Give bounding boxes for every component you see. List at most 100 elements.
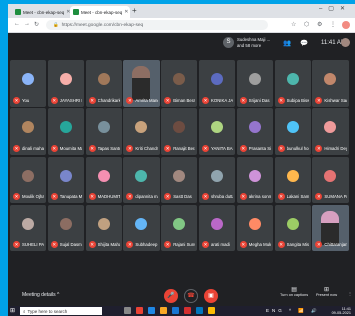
participant-tile[interactable]: ✕ Moulik Ojha <box>10 156 47 204</box>
participant-name: dipannita ma... <box>135 194 158 200</box>
hang-up-button[interactable]: ☎ <box>184 289 198 303</box>
participant-tile[interactable]: ✕Rajani Sunwal <box>161 204 198 252</box>
participant-tile[interactable]: ✕ Sastt Das <box>161 156 198 204</box>
menu-icon[interactable]: ⋮ <box>330 21 336 28</box>
participant-name: Chandrikarke... <box>97 97 120 103</box>
participant-avatar <box>97 169 110 182</box>
participant-tile[interactable]: ✕dinali mahapat... <box>10 108 47 155</box>
participant-tile[interactable]: ✕MADHUMITA ... <box>85 156 122 204</box>
participant-tile[interactable]: ✕Kishwar Sadak <box>312 60 349 107</box>
participant-tile[interactable]: ✕Prasanta Sing <box>236 108 273 155</box>
task-view-icon[interactable] <box>124 307 131 314</box>
participant-tile[interactable]: ✕ akrina sonm <box>236 156 273 204</box>
participant-tile[interactable]: ✕Amrita Mandal <box>123 60 160 107</box>
window-controls[interactable]: –▢✕ <box>319 5 351 12</box>
file-explorer-icon[interactable] <box>160 307 167 314</box>
lock-icon: 🔒 <box>53 22 59 27</box>
participant-name: Rajani Sunwal <box>173 242 195 248</box>
windows-start-icon[interactable]: ⊞ <box>10 307 15 314</box>
participant-tile[interactable]: ✕SUMANA PAL <box>312 156 349 204</box>
participant-name: Subhadeep Pr... <box>135 242 158 248</box>
tray-clock[interactable]: 11:41 09-05-2021 <box>332 307 351 315</box>
participant-name: Lakani Samanta <box>286 194 309 200</box>
participant-name: Tapas Santra <box>97 145 120 151</box>
mic-off-icon: ✕ <box>126 96 134 104</box>
star-icon[interactable]: ☆ <box>291 21 296 28</box>
participant-avatar <box>22 73 35 85</box>
participant-tile[interactable]: ✕Kriti Chandra <box>123 108 160 155</box>
participant-tile[interactable]: ✕ Ranajit Bera <box>161 108 198 155</box>
participant-tile[interactable]: ✕Lakani Samanta <box>274 156 311 204</box>
mic-off-icon: ✕ <box>164 96 172 104</box>
participant-tile[interactable]: ✕ Biman Bera <box>161 60 198 107</box>
mic-off-icon: ✕ <box>202 241 209 249</box>
participant-tile[interactable]: ✕JAYASHRI ROY <box>47 60 84 107</box>
participant-tile[interactable]: ✕Chittaranjan... <box>312 204 349 252</box>
participant-tile[interactable]: ✕YANITA BANE... <box>199 108 236 155</box>
participant-name: bunulkul hora... <box>286 145 309 151</box>
chrome-icon[interactable] <box>208 307 215 314</box>
taskbar-search[interactable]: ⌕ Type here to search <box>20 307 102 315</box>
participant-tile[interactable]: ✕Chandrikarke... <box>85 60 122 107</box>
participant-name: Prasanta Sing <box>248 145 271 151</box>
mic-off-icon: ✕ <box>164 193 172 201</box>
participant-tile[interactable]: ✕Moumita Maji <box>47 108 84 155</box>
participant-tile[interactable]: ✕ Srijani Das <box>236 60 273 107</box>
edge-icon[interactable] <box>148 307 155 314</box>
present-button[interactable]: ⊞ Present now <box>316 287 337 298</box>
participant-tile[interactable]: ✕Tapas Santra <box>85 108 122 155</box>
meeting-details-button[interactable]: Meeting details ^ <box>22 292 59 298</box>
captions-button[interactable]: ▤ Turn on captions <box>280 287 308 298</box>
close-tab-icon[interactable]: ✕ <box>124 9 128 15</box>
app-icon[interactable] <box>136 307 143 314</box>
extensions-icon[interactable]: ⬡ <box>304 21 309 28</box>
mic-off-icon: ✕ <box>277 241 285 249</box>
mic-off-icon: ✕ <box>13 193 20 201</box>
settings-icon[interactable]: ⚙ <box>317 21 322 28</box>
reload-icon[interactable]: ↻ <box>34 21 39 28</box>
mic-off-button[interactable]: 🎤 <box>164 289 178 303</box>
participant-tile[interactable]: ✕ Himadri Dey <box>312 108 349 155</box>
participant-tile[interactable]: ✕Shijita Mahata <box>85 204 122 252</box>
address-bar[interactable]: 🔒 https://meet.google.com/cbn-ekap-seq <box>46 20 268 30</box>
participant-avatar <box>248 121 261 134</box>
back-icon[interactable]: ← <box>14 21 20 27</box>
participant-tile[interactable]: ✕Tanupata Mai... <box>47 156 84 204</box>
forward-icon[interactable]: → <box>24 21 30 27</box>
more-options-icon[interactable]: ⋮ <box>348 292 352 297</box>
participant-tile[interactable]: ✕ arati madi <box>199 204 236 252</box>
participant-name: Biman Bera <box>173 97 196 103</box>
participant-tile[interactable]: ✕bunulkul hora... <box>274 108 311 155</box>
chat-icon[interactable]: 💬 <box>300 39 308 47</box>
system-tray-icons[interactable]: ENG ^ 📶 🔊 <box>266 308 320 314</box>
participant-tile[interactable]: ✕ You <box>10 60 47 107</box>
tab-2[interactable]: Meet - cbn-ekap-seq ✕ <box>70 6 130 18</box>
new-tab-button[interactable]: + <box>132 6 137 15</box>
meet-icon <box>73 9 79 15</box>
app-icon[interactable] <box>196 307 203 314</box>
store-icon[interactable] <box>172 307 179 314</box>
participant-tile[interactable]: ✕Sujal Dasmah... <box>47 204 84 252</box>
participant-avatar <box>248 73 261 85</box>
profile-avatar[interactable] <box>342 21 350 29</box>
app-icon[interactable] <box>184 307 191 314</box>
participant-name: Himadri Dey <box>324 145 347 151</box>
participant-tile[interactable]: ✕Subhadeep Pr... <box>123 204 160 252</box>
tab-1[interactable]: Meet - cbn-ekap-seq ✕ <box>12 6 70 18</box>
participant-name: Tanupata Mai... <box>59 194 82 200</box>
participant-tile[interactable]: ✕Sangita Mishra <box>274 204 311 252</box>
participant-avatar <box>173 217 186 230</box>
participant-tile[interactable]: ✕Megha Mukhe... <box>236 204 273 252</box>
mic-off-icon: ✕ <box>50 241 58 249</box>
participant-tile[interactable]: ✕ shruba dutta <box>199 156 236 204</box>
self-avatar <box>341 38 350 47</box>
participant-tile[interactable]: ✕Subipa Biswas <box>274 60 311 107</box>
participant-avatar <box>324 121 337 134</box>
participant-tile[interactable]: ✕dipannita ma... <box>123 156 160 204</box>
mic-off-icon: ✕ <box>13 144 20 152</box>
camera-off-button[interactable]: ▣ <box>204 289 218 303</box>
participant-tile[interactable]: ✕KONIKA JANA ... <box>199 60 236 107</box>
browser-toolbar: ← → ↻ 🔒 https://meet.google.com/cbn-ekap… <box>8 18 355 33</box>
participant-tile[interactable]: ✕SUHELI PAKE... <box>10 204 47 252</box>
people-icon[interactable]: 👥 <box>283 39 291 47</box>
